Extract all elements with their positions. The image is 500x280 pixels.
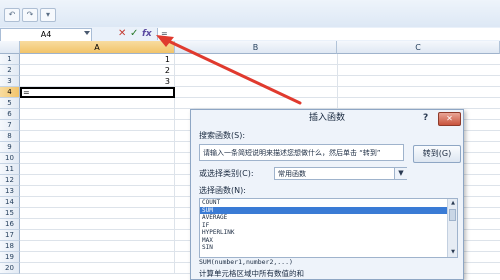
scroll-down-icon[interactable]: ▼: [448, 248, 457, 257]
cell[interactable]: 2: [20, 65, 175, 76]
row-header[interactable]: 12: [0, 175, 20, 186]
enter-icon[interactable]: ✓: [130, 27, 138, 41]
cell[interactable]: [20, 219, 175, 230]
row-header[interactable]: 8: [0, 131, 20, 142]
cell[interactable]: [20, 241, 175, 252]
function-list-item[interactable]: SIN: [200, 244, 447, 252]
row-header[interactable]: 16: [0, 219, 20, 230]
quick-access-toolbar: ↶ ↷ ▾: [0, 0, 500, 28]
function-signature: SUM(number1,number2,...): [199, 258, 293, 266]
row-header[interactable]: 10: [0, 153, 20, 164]
function-list-item[interactable]: HYPERLINK: [200, 229, 447, 237]
cancel-icon[interactable]: ✕: [118, 27, 126, 41]
function-list-label: 选择函数(N):: [199, 186, 246, 195]
chevron-down-icon[interactable]: ▼: [394, 168, 407, 179]
category-label: 或选择类别(C):: [199, 169, 254, 178]
row-gridline: [175, 64, 500, 65]
row-header[interactable]: 6: [0, 109, 20, 120]
cell[interactable]: [20, 109, 175, 120]
function-list-item[interactable]: AVERAGE: [200, 214, 447, 222]
formula-input[interactable]: =: [157, 28, 500, 40]
cell[interactable]: [20, 164, 175, 175]
function-list-item[interactable]: IF: [200, 222, 447, 230]
cell[interactable]: 1: [20, 54, 175, 65]
row-header[interactable]: 3: [0, 76, 20, 87]
row-header[interactable]: 18: [0, 241, 20, 252]
row-header[interactable]: 7: [0, 120, 20, 131]
row-header[interactable]: 2: [0, 65, 20, 76]
undo-icon[interactable]: ↶: [4, 8, 20, 22]
category-select[interactable]: 常用函数: [274, 167, 407, 180]
cell[interactable]: [20, 263, 175, 274]
customize-icon[interactable]: ▾: [40, 8, 56, 22]
scroll-thumb[interactable]: [449, 209, 456, 221]
function-description: 计算单元格区域中所有数值的和: [199, 269, 304, 278]
function-list: COUNT SUM AVERAGE IF HYPERLINK MAX SIN ▲ ▼: [199, 198, 458, 258]
function-list-item[interactable]: MAX: [200, 237, 447, 245]
cell[interactable]: [20, 230, 175, 241]
close-button[interactable]: ✕: [438, 112, 461, 126]
cell[interactable]: [20, 131, 175, 142]
search-label: 搜索函数(S):: [199, 131, 246, 140]
row-header[interactable]: 13: [0, 186, 20, 197]
row-header[interactable]: 20: [0, 263, 20, 274]
row-header[interactable]: 19: [0, 252, 20, 263]
scroll-up-icon[interactable]: ▲: [448, 199, 457, 208]
column-header-c[interactable]: C: [337, 41, 500, 54]
function-list-scrollbar[interactable]: ▲ ▼: [447, 199, 457, 257]
column-header-a[interactable]: A: [20, 41, 175, 54]
row-header[interactable]: 11: [0, 164, 20, 175]
cell[interactable]: [20, 208, 175, 219]
help-button[interactable]: ?: [423, 110, 428, 126]
cell[interactable]: [20, 175, 175, 186]
row-header[interactable]: 9: [0, 142, 20, 153]
column-header-b[interactable]: B: [175, 41, 337, 54]
row-gridline: [175, 86, 500, 87]
name-box[interactable]: A4: [0, 28, 92, 42]
row-header[interactable]: 4: [0, 87, 20, 98]
row-header[interactable]: 17: [0, 230, 20, 241]
cell[interactable]: 3: [20, 76, 175, 87]
row-header[interactable]: 14: [0, 197, 20, 208]
row-gridline: [175, 97, 500, 98]
cell[interactable]: [20, 142, 175, 153]
insert-function-dialog: 插入函数 ? ✕ 搜索函数(S): 请输入一条简短说明来描述您想做什么，然后单击…: [190, 109, 464, 280]
row-gridline: [175, 75, 500, 76]
cell[interactable]: [20, 153, 175, 164]
function-list-item[interactable]: SUM: [200, 206, 447, 214]
cell[interactable]: [20, 120, 175, 131]
goto-button[interactable]: 转到(G): [413, 145, 461, 163]
redo-icon[interactable]: ↷: [22, 8, 38, 22]
cell[interactable]: [20, 197, 175, 208]
cell[interactable]: [20, 98, 175, 109]
row-header[interactable]: 15: [0, 208, 20, 219]
insert-function-button[interactable]: fx: [142, 27, 152, 41]
name-box-dropdown-icon[interactable]: [84, 31, 90, 35]
active-cell[interactable]: =: [20, 87, 175, 98]
search-input[interactable]: 请输入一条简短说明来描述您想做什么，然后单击 “转到”: [199, 144, 404, 161]
cell[interactable]: [20, 252, 175, 263]
select-all-corner[interactable]: [0, 41, 20, 54]
formula-bar-buttons: ✕ ✓ fx: [102, 27, 154, 41]
row-header[interactable]: 5: [0, 98, 20, 109]
cell[interactable]: [20, 186, 175, 197]
row-header[interactable]: 1: [0, 54, 20, 65]
function-list-item[interactable]: COUNT: [200, 199, 447, 207]
